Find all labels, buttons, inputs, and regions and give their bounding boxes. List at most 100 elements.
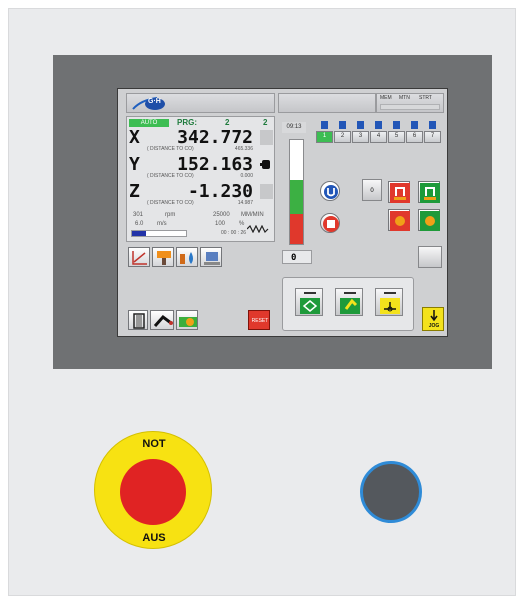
wave-icon	[246, 220, 269, 234]
logo-text: G·H	[148, 98, 161, 105]
tool-tab[interactable]: 7	[424, 131, 441, 143]
tool-tab[interactable]: 5	[388, 131, 405, 143]
door-icon	[133, 313, 145, 329]
level-gauge-red	[290, 214, 303, 244]
tool-tab[interactable]: 3	[352, 131, 369, 143]
tool-tab[interactable]: 6	[406, 131, 423, 143]
vacuum-green-icon	[420, 211, 440, 231]
axis-value: 152.163	[177, 154, 253, 175]
axis-value: -1.230	[187, 181, 253, 202]
reset-button[interactable]: RESET	[248, 310, 270, 330]
tool-button[interactable]	[152, 247, 174, 267]
time-readout: 09:13	[282, 122, 306, 133]
tool-tab-icon	[411, 121, 418, 129]
mtn-label: MTN	[399, 95, 410, 101]
distance-label: ( DISTANCE TO CO)	[147, 173, 194, 179]
emergency-stop[interactable]: NOT AUS	[94, 431, 212, 549]
top-bar-right: MEM MTN STRT	[376, 93, 444, 113]
override-pct: 100	[215, 221, 226, 227]
emergency-stop-button[interactable]	[120, 459, 186, 525]
reference-icon	[380, 292, 400, 314]
action-panel	[282, 277, 414, 331]
tool-tab[interactable]: 4	[370, 131, 387, 143]
axis-name: X	[129, 127, 140, 148]
tool-tab-label: 1	[322, 133, 327, 139]
speed-unit: m/s	[157, 221, 167, 227]
chart-button[interactable]	[128, 247, 150, 267]
tool-tab[interactable]: 1	[316, 131, 333, 143]
blank-button[interactable]	[418, 246, 442, 268]
stop-button[interactable]	[320, 213, 340, 233]
tool-tabs: 1 2 3 4 5 6 7	[316, 119, 444, 144]
saw-icon	[179, 317, 197, 327]
tool-tab-label: 6	[412, 133, 417, 139]
status-indicators	[380, 104, 440, 110]
tool-tab-label: 3	[358, 133, 363, 139]
spindle-num: 301	[133, 212, 144, 218]
level-gauge	[289, 139, 304, 245]
stop-icon	[323, 216, 339, 232]
tool-tab-icon	[375, 121, 382, 129]
computer-icon	[204, 252, 220, 265]
tool-change-button[interactable]	[335, 288, 363, 316]
speed-value: 6.0	[135, 221, 144, 227]
arrow-down-icon	[430, 310, 438, 322]
override-unit: %	[239, 221, 245, 227]
coordinates-panel: AUTO PRG: 2 2 X 342.772 ( DISTANCE TO CO…	[126, 116, 275, 242]
hmi-screen: G·H MEM MTN STRT AUTO PRG: 2 2 X 342.772…	[117, 88, 448, 337]
vacuum-red-button[interactable]	[388, 209, 410, 231]
reset-label: RESET	[251, 318, 269, 324]
vacuum-red-icon	[390, 211, 410, 231]
distance-label: ( DISTANCE TO CO)	[147, 200, 194, 206]
cycle-icon	[324, 185, 338, 199]
counter-display: 0	[282, 250, 312, 264]
estop-bottom-label: AUS	[142, 532, 166, 544]
round-button[interactable]	[360, 461, 422, 523]
mem-label: MEM	[380, 95, 392, 101]
vacuum-green-button[interactable]	[418, 209, 440, 231]
prg-label: PRG:	[177, 118, 197, 127]
jog-label: JOG	[428, 323, 440, 329]
tool-tab-icon	[321, 121, 328, 129]
clamp-red-button[interactable]	[388, 181, 410, 203]
estop-top-label: NOT	[142, 438, 166, 450]
distance-value: 14.987	[237, 200, 253, 206]
tool-tab-label: 4	[376, 133, 381, 139]
tool-tab-icon	[339, 121, 346, 129]
axis-row-x: X 342.772 ( DISTANCE TO CO) 465.336	[129, 127, 257, 154]
computer-button[interactable]	[200, 247, 222, 267]
coolant-button[interactable]	[176, 247, 198, 267]
small-value-box[interactable]: 0	[362, 179, 382, 201]
clamp-green-button[interactable]	[418, 181, 440, 203]
tool-icon	[157, 251, 171, 265]
tool-tab-icon	[429, 121, 436, 129]
distance-label: ( DISTANCE TO CO)	[147, 146, 194, 152]
feed-unit: MM/MIN	[241, 212, 264, 218]
chart-icon	[132, 251, 147, 265]
progress-bar	[131, 230, 187, 237]
jog-button[interactable]: JOG	[422, 307, 444, 331]
door-button[interactable]	[128, 310, 148, 330]
saw-button[interactable]	[176, 310, 198, 330]
probe-button[interactable]	[150, 310, 174, 330]
tool-tab[interactable]: 2	[334, 131, 351, 143]
clamp-red-icon	[390, 183, 410, 203]
axis-row-y: Y 152.163 ( DISTANCE TO CO) 0.000	[129, 154, 257, 181]
clamp-green-icon	[420, 183, 440, 203]
distance-value: 465.336	[234, 146, 253, 152]
distance-value: 0.000	[240, 173, 253, 179]
probe-icon	[153, 314, 173, 327]
logo: G·H	[131, 96, 167, 111]
tool-tab-label: 5	[394, 133, 399, 139]
elapsed-time: 00 : 00 : 26	[221, 230, 247, 236]
prg-value: 2	[225, 118, 230, 127]
strt-label: STRT	[419, 95, 432, 101]
prg-value-2: 2	[263, 118, 268, 127]
level-gauge-green	[290, 180, 303, 214]
cycle-button[interactable]	[320, 181, 340, 201]
axis-value: 342.772	[177, 127, 253, 148]
program-start-button[interactable]	[295, 288, 323, 316]
reference-button[interactable]	[375, 288, 403, 316]
axis-name: Y	[129, 154, 140, 175]
top-bar-middle	[278, 93, 376, 113]
